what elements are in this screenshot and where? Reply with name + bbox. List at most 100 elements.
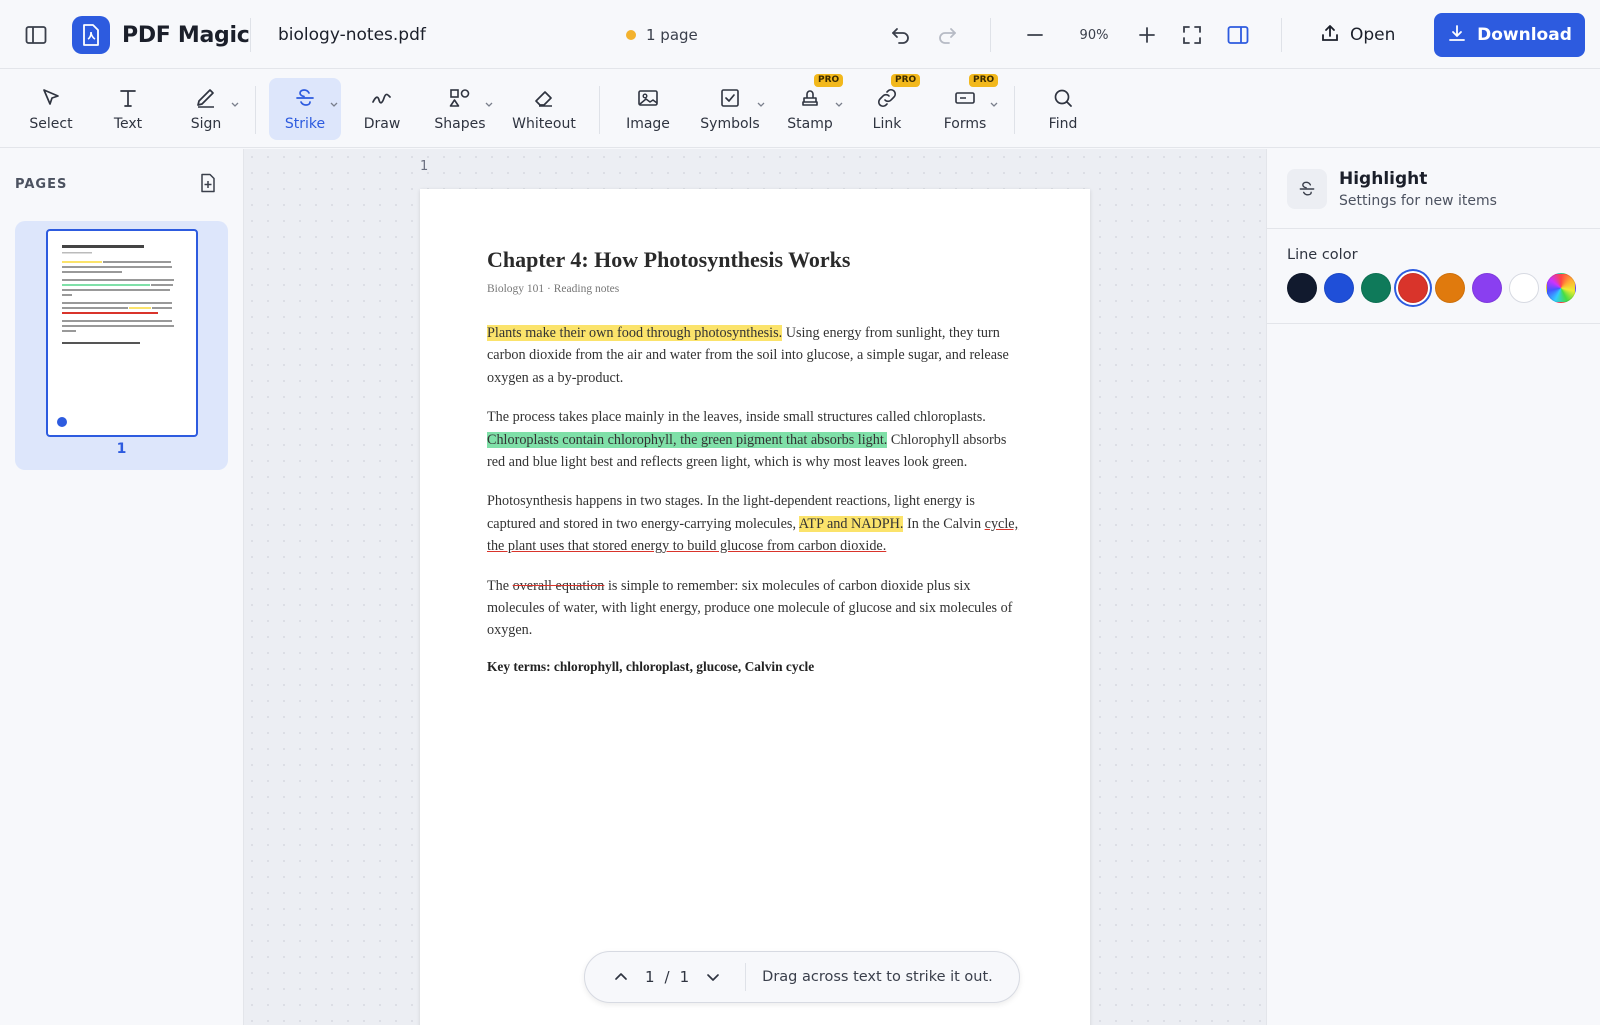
redo-icon[interactable] [930, 18, 964, 52]
tool-strike[interactable]: Strike [269, 78, 341, 140]
panel-subtitle: Settings for new items [1339, 193, 1497, 209]
stamp-icon: PRO [796, 74, 844, 112]
undo-icon[interactable] [884, 18, 918, 52]
paragraph-text: The [487, 577, 513, 594]
tool-shapes[interactable]: Shapes [424, 78, 496, 140]
document-content[interactable]: Chapter 4: How Photosynthesis Works Biol… [487, 247, 1027, 675]
upload-icon [1320, 23, 1340, 48]
pdf-page[interactable]: Chapter 4: How Photosynthesis Works Biol… [420, 189, 1090, 1025]
right-panel-toggle-icon[interactable] [1221, 18, 1255, 52]
page-count-indicator: 1 page [626, 16, 698, 54]
tool-label: Select [29, 116, 73, 132]
tool-label: Link [872, 116, 902, 132]
key-terms: Key terms: chlorophyll, chloroplast, glu… [487, 658, 815, 674]
document-subtitle: Biology 101 · Reading notes [487, 283, 620, 295]
chevron-down-icon[interactable] [695, 959, 731, 995]
file-name[interactable]: biology-notes.pdf [278, 16, 426, 54]
panel-title: Highlight [1339, 169, 1428, 189]
download-icon [1447, 23, 1467, 48]
line-color-label: Line color [1287, 247, 1358, 263]
shapes-icon [446, 84, 474, 112]
tool-label: Symbols [700, 116, 760, 132]
chevron-down-icon[interactable] [484, 100, 494, 110]
page-thumbnail-card[interactable]: 1 [15, 221, 228, 470]
app-name: PDF Magic [122, 22, 250, 48]
tool-image[interactable]: Image [612, 78, 684, 140]
sidebar-toggle-icon[interactable] [19, 18, 53, 52]
cursor-icon [37, 84, 65, 112]
toolbar-divider [599, 86, 600, 134]
download-button[interactable]: Download [1434, 13, 1585, 57]
zoom-in-icon[interactable] [1130, 18, 1164, 52]
strikethrough-red[interactable]: overall equation [513, 578, 605, 594]
document-title: Chapter 4: How Photosynthesis Works [487, 247, 851, 272]
tool-whiteout[interactable]: Whiteout [507, 78, 581, 140]
zoom-out-icon[interactable] [1018, 18, 1052, 52]
zoom-level[interactable]: 90% [1074, 16, 1114, 54]
paragraph-2[interactable]: The process takes place mainly in the le… [487, 406, 1027, 473]
highlight-yellow[interactable]: Plants make their own food through photo… [487, 325, 783, 341]
tool-label: Forms [943, 116, 987, 132]
paragraph-text: In the Calvin [903, 515, 985, 532]
image-icon [634, 84, 662, 112]
pro-badge: PRO [814, 74, 844, 87]
tool-hint: Drag across text to strike it out. [762, 969, 993, 985]
color-swatch[interactable] [1472, 273, 1502, 303]
pages-title: PAGES [15, 177, 68, 192]
unsaved-dot-icon [626, 30, 636, 40]
toolbar-divider [1014, 86, 1015, 134]
highlight-yellow[interactable]: ATP and NADPH. [798, 515, 904, 532]
paragraph-4[interactable]: The overall equation is simple to rememb… [487, 575, 1027, 642]
color-swatch[interactable] [1435, 273, 1465, 303]
tool-forms[interactable]: PRO Forms [929, 74, 1001, 140]
open-button[interactable]: Open [1320, 14, 1395, 56]
line-color-section: Line color [1267, 229, 1600, 324]
color-swatch[interactable] [1324, 273, 1354, 303]
tool-link[interactable]: PRO Link [851, 74, 923, 140]
page-separator: / [664, 968, 670, 986]
header-divider [990, 18, 991, 52]
tool-draw[interactable]: Draw [346, 78, 418, 140]
paragraph-3[interactable]: Photosynthesis happens in two stages. In… [487, 490, 1027, 557]
chevron-down-icon[interactable] [834, 100, 844, 110]
tool-label: Draw [363, 116, 401, 132]
add-page-icon[interactable] [196, 171, 220, 195]
page-thumbnail[interactable] [46, 229, 198, 437]
current-page[interactable]: 1 [645, 968, 655, 986]
tool-label: Image [626, 116, 670, 132]
strikethrough-icon [1287, 169, 1327, 209]
tool-label: Whiteout [512, 116, 576, 132]
custom-color-swatch[interactable] [1546, 273, 1576, 303]
color-swatch[interactable] [1287, 273, 1317, 303]
pro-badge: PRO [969, 74, 999, 87]
tool-label: Stamp [787, 116, 833, 132]
paragraph-text: The process takes place mainly in the le… [487, 409, 986, 426]
color-swatches [1287, 273, 1576, 303]
chevron-down-icon[interactable] [329, 100, 339, 110]
color-swatch[interactable] [1361, 273, 1391, 303]
page-navigation-bar: 1 / 1 Drag across text to strike it out. [584, 951, 1020, 1003]
pages-panel: PAGES 1 [0, 149, 244, 1025]
tool-bar: Select Text Sign Strike Draw Shapes Whit… [0, 70, 1600, 148]
chevron-up-icon[interactable] [603, 959, 639, 995]
color-swatch[interactable] [1509, 273, 1539, 303]
fullscreen-icon[interactable] [1175, 18, 1209, 52]
tool-text[interactable]: Text [92, 78, 164, 140]
page-count-label: 1 page [646, 26, 698, 44]
tool-find[interactable]: Find [1027, 78, 1099, 140]
tool-symbols[interactable]: Symbols [692, 78, 768, 140]
tool-sign[interactable]: Sign [170, 78, 242, 140]
document-canvas[interactable]: 1 Chapter 4: How Photosynthesis Works Bi… [244, 149, 1266, 1025]
squiggle-icon [368, 84, 396, 112]
tool-label: Text [113, 116, 143, 132]
chevron-down-icon[interactable] [756, 100, 766, 110]
app-logo-icon [72, 16, 110, 54]
tool-select[interactable]: Select [15, 78, 87, 140]
color-swatch-selected[interactable] [1398, 273, 1428, 303]
chevron-down-icon[interactable] [989, 100, 999, 110]
highlight-green[interactable]: Chloroplasts contain chlorophyll, the gr… [487, 431, 888, 448]
strikethrough-icon [291, 84, 319, 112]
chevron-down-icon[interactable] [230, 100, 240, 110]
tool-stamp[interactable]: PRO Stamp [774, 74, 846, 140]
paragraph-1[interactable]: Plants make their own food through photo… [487, 322, 1027, 389]
